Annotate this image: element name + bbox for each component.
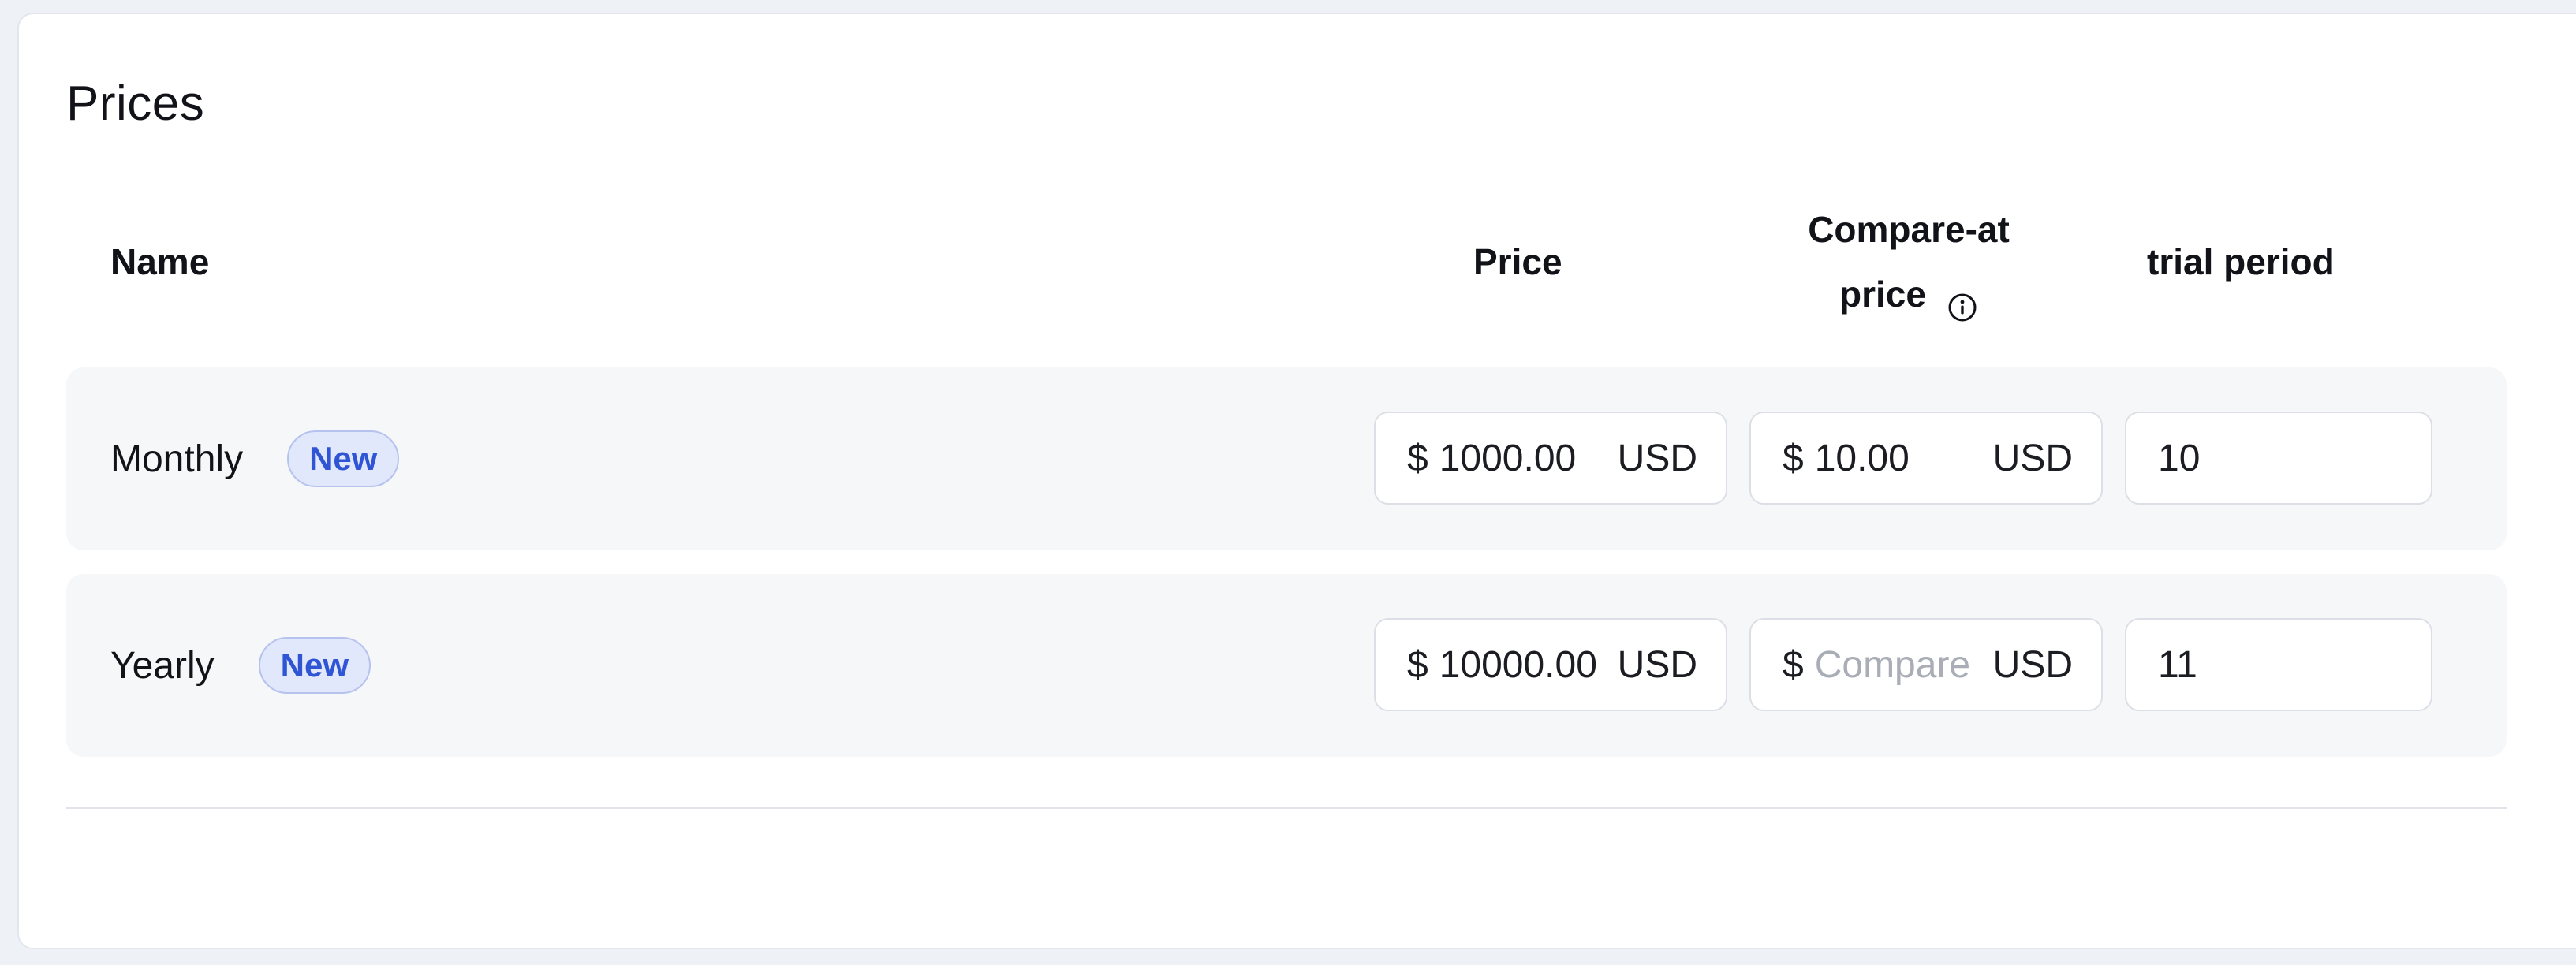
currency-unit: USD [1992, 437, 2073, 479]
info-circle-icon[interactable] [1947, 278, 1978, 322]
column-header-trial-period: trial period [2147, 241, 2335, 282]
currency-symbol: $ [1783, 437, 1804, 479]
column-header-compare-line2: price [1839, 274, 1926, 315]
trial-period-value[interactable]: 10 [2158, 437, 2399, 480]
column-header-price: Price [1473, 241, 1562, 282]
currency-unit: USD [1617, 437, 1697, 479]
price-input[interactable]: $ 10000.00 USD [1374, 618, 1727, 711]
currency-symbol: $ [1407, 643, 1428, 686]
price-name: Yearly [110, 644, 215, 687]
price-value[interactable]: 10000.00 [1439, 643, 1610, 687]
compare-at-price-input[interactable]: $ Compare USD [1749, 618, 2103, 711]
price-value[interactable]: 1000.00 [1439, 437, 1610, 480]
section-divider [66, 807, 2507, 809]
column-header-compare-at-price: Compare-at price [1759, 197, 2059, 326]
new-badge: New [287, 430, 400, 487]
row-name-cell: Yearly New [110, 574, 371, 757]
column-header-compare-line1: Compare-at [1808, 209, 2010, 250]
trial-period-input[interactable]: 10 [2125, 412, 2432, 505]
price-input[interactable]: $ 1000.00 USD [1374, 412, 1727, 505]
section-title: Prices [66, 76, 205, 131]
compare-at-price-input[interactable]: $ 10.00 USD [1749, 412, 2103, 505]
currency-unit: USD [1617, 643, 1697, 686]
row-name-cell: Monthly New [110, 367, 400, 550]
compare-at-price-value[interactable]: 10.00 [1815, 437, 1985, 480]
currency-symbol: $ [1407, 437, 1428, 479]
trial-period-value[interactable]: 11 [2158, 643, 2399, 687]
column-header-name: Name [110, 241, 210, 282]
compare-at-price-placeholder[interactable]: Compare [1815, 643, 1985, 687]
new-badge: New [258, 637, 371, 694]
price-name: Monthly [110, 438, 244, 480]
trial-period-input[interactable]: 11 [2125, 618, 2432, 711]
column-header-compare-line2-wrap: price [1839, 262, 1978, 326]
currency-symbol: $ [1783, 643, 1804, 686]
currency-unit: USD [1992, 643, 2073, 686]
